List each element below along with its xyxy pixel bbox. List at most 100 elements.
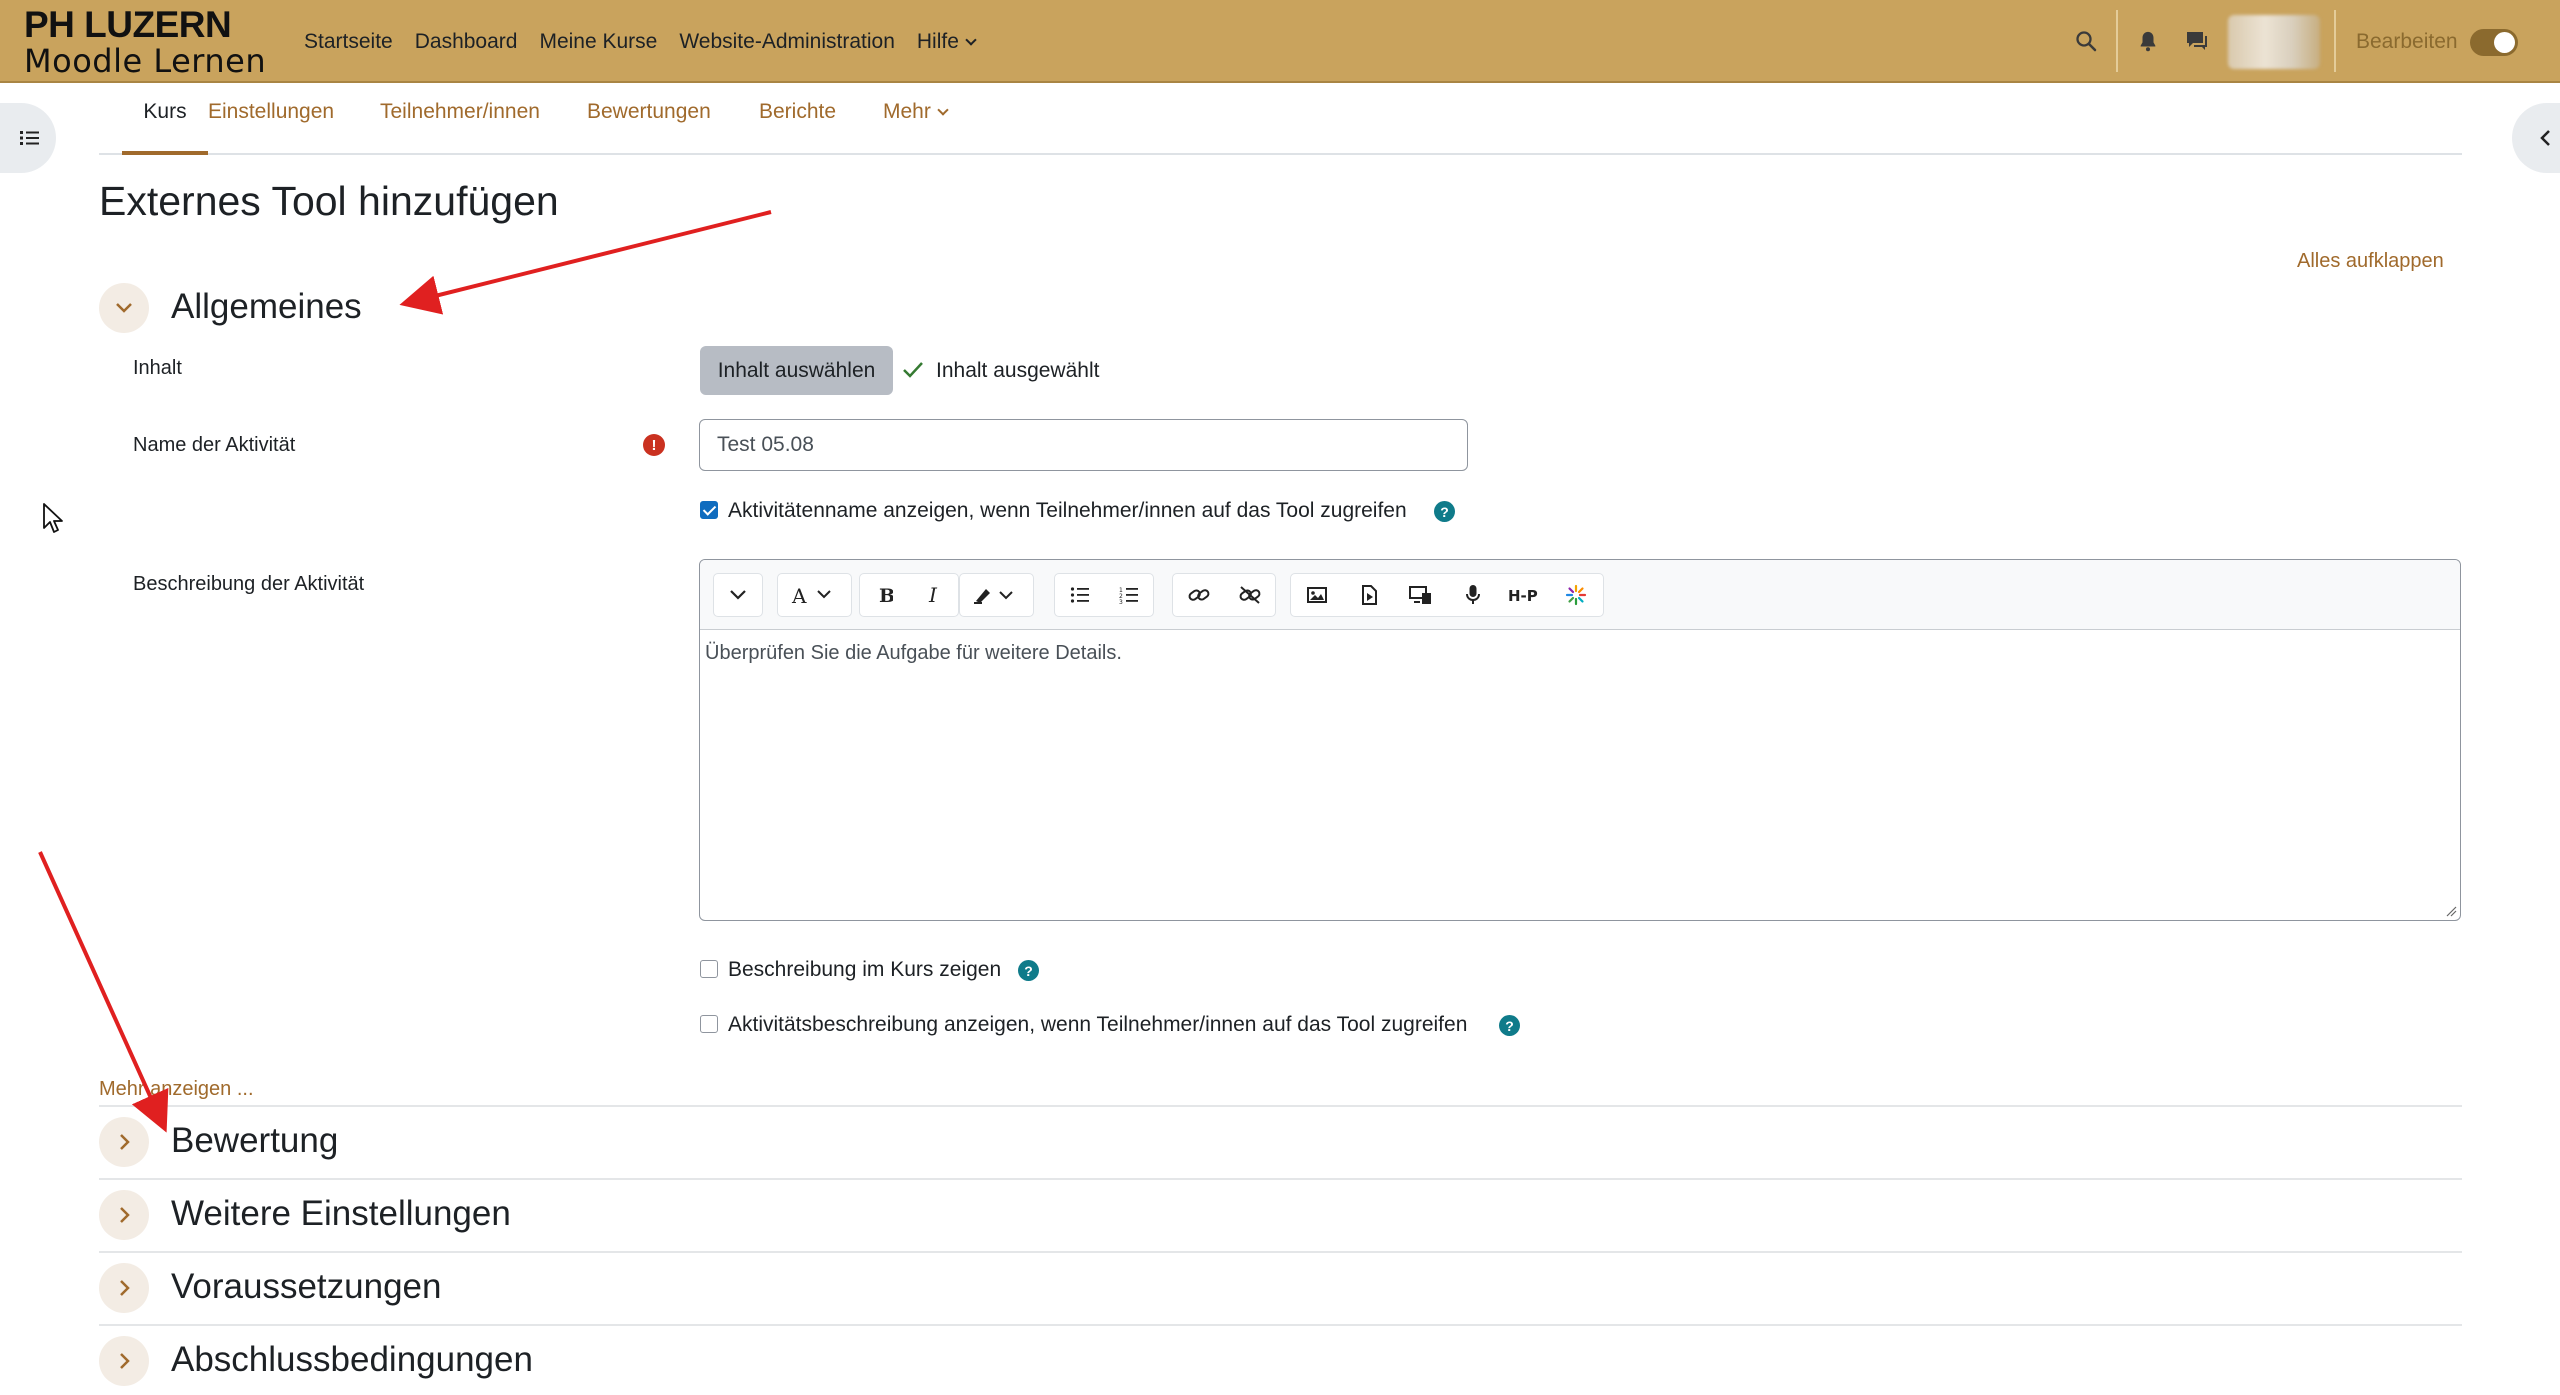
chevron-right-icon [120, 1280, 130, 1296]
primary-navigation: Startseite Dashboard Meine Kurse Website… [304, 0, 977, 83]
toolbar-group-style: B I [859, 573, 959, 617]
bold-icon[interactable]: B [860, 574, 910, 615]
section-title-bewertung[interactable]: Bewertung [171, 1121, 338, 1161]
section-expand-abschlussbedingungen[interactable] [99, 1336, 149, 1386]
section-expand-voraussetzungen[interactable] [99, 1263, 149, 1313]
tab-bewertungen[interactable]: Bewertungen [587, 100, 711, 155]
tab-einstellungen[interactable]: Einstellungen [208, 100, 334, 155]
unlink-icon[interactable] [1225, 574, 1275, 615]
toolbar-group-format: A [777, 573, 852, 617]
section-title-abschlussbedingungen[interactable]: Abschlussbedingungen [171, 1340, 533, 1380]
svg-text:I: I [928, 585, 938, 605]
svg-text:B: B [879, 585, 893, 605]
course-index-drawer-toggle[interactable] [0, 103, 56, 173]
highlight-icon[interactable] [960, 574, 1033, 615]
activity-name-label: Name der Aktivität [133, 434, 296, 456]
toolbar-group-lists: 123 [1054, 573, 1154, 617]
nav-item-meine-kurse[interactable]: Meine Kurse [539, 30, 657, 54]
chevron-left-icon [2540, 130, 2550, 146]
annotation-arrow-allgemeines [399, 210, 772, 315]
help-icon[interactable]: ? [1499, 1015, 1520, 1036]
media-icon[interactable] [1343, 574, 1395, 615]
toolbar-group-links [1172, 573, 1276, 617]
expand-all-link[interactable]: Alles aufklappen [2297, 250, 2444, 273]
top-navbar: PH LUZERN Moodle Lernen Startseite Dashb… [0, 0, 2560, 83]
show-in-course-checkbox[interactable] [700, 960, 718, 978]
select-content-button[interactable]: Inhalt auswählen [700, 346, 893, 395]
required-icon: ! [643, 434, 665, 456]
numbered-list-icon[interactable]: 123 [1105, 574, 1153, 615]
section-title-allgemeines: Allgemeines [171, 287, 362, 326]
tab-berichte[interactable]: Berichte [759, 100, 836, 155]
search-icon[interactable] [2072, 27, 2100, 55]
navbar-divider [2334, 10, 2336, 72]
resize-handle-icon[interactable] [2445, 905, 2457, 917]
description-editor: A B I 123 [699, 559, 2461, 921]
messages-icon[interactable] [2183, 27, 2211, 55]
edit-mode-label: Bearbeiten [2356, 30, 2458, 53]
show-name-label: Aktivitätenname anzeigen, wenn Teilnehme… [728, 499, 1407, 522]
tab-teilnehmer[interactable]: Teilnehmer/innen [380, 100, 540, 155]
chevron-right-icon [120, 1353, 130, 1369]
toolbar-group-toggle [713, 573, 763, 617]
logo-line-1: PH LUZERN [24, 4, 232, 45]
image-icon[interactable] [1291, 574, 1343, 615]
h5p-icon[interactable]: H-P [1499, 574, 1551, 615]
list-icon [20, 131, 39, 145]
font-color-icon[interactable]: A [778, 574, 851, 615]
chevron-down-icon [937, 104, 949, 116]
bullet-list-icon[interactable] [1055, 574, 1105, 615]
navbar-divider [2116, 10, 2118, 72]
mouse-cursor-icon [43, 503, 63, 533]
chevron-down-icon[interactable] [714, 574, 762, 615]
tab-kurs[interactable]: Kurs [122, 100, 208, 155]
chevron-right-icon [120, 1134, 130, 1150]
nav-hilfe-label: Hilfe [916, 29, 959, 53]
ai-assist-icon[interactable] [1551, 574, 1601, 615]
chevron-down-icon [965, 33, 977, 46]
toolbar-group-media: H-P [1290, 573, 1604, 617]
activity-name-value: Test 05.08 [717, 433, 814, 456]
editor-content-area[interactable]: Überprüfen Sie die Aufgabe für weitere D… [705, 642, 1122, 665]
link-icon[interactable] [1173, 574, 1225, 615]
section-divider [99, 1251, 2462, 1253]
check-icon [903, 362, 923, 378]
help-icon[interactable]: ? [1434, 501, 1455, 522]
user-avatar[interactable] [2228, 15, 2320, 69]
logo-line-2: Moodle Lernen [24, 42, 267, 80]
section-title-voraussetzungen[interactable]: Voraussetzungen [171, 1267, 441, 1307]
section-expand-bewertung[interactable] [99, 1117, 149, 1167]
block-drawer-toggle[interactable] [2512, 103, 2560, 173]
help-icon[interactable]: ? [1018, 960, 1039, 981]
tab-mehr-label: Mehr [883, 100, 931, 123]
chevron-right-icon [120, 1207, 130, 1223]
italic-icon[interactable]: I [910, 574, 958, 615]
nav-item-website-administration[interactable]: Website-Administration [679, 30, 895, 54]
section-divider [99, 1178, 2462, 1180]
svg-text:3: 3 [1119, 599, 1123, 604]
edit-mode-toggle[interactable] [2470, 29, 2518, 56]
tab-mehr[interactable]: Mehr [883, 100, 949, 155]
nav-item-dashboard[interactable]: Dashboard [415, 30, 518, 54]
section-divider [99, 1324, 2462, 1326]
site-logo[interactable]: PH LUZERN Moodle Lernen [24, 6, 266, 77]
content-label: Inhalt [133, 357, 182, 379]
section-collapse-allgemeines[interactable] [99, 283, 149, 333]
nav-item-startseite[interactable]: Startseite [304, 30, 393, 54]
toolbar-group-highlight [959, 573, 1034, 617]
svg-text:H-P: H-P [1508, 587, 1538, 605]
notifications-bell-icon[interactable] [2134, 27, 2162, 55]
show-in-course-label: Beschreibung im Kurs zeigen [728, 958, 1002, 981]
embed-icon[interactable] [1395, 574, 1447, 615]
section-expand-weitere-einstellungen[interactable] [99, 1190, 149, 1240]
section-title-weitere-einstellungen[interactable]: Weitere Einstellungen [171, 1194, 511, 1234]
show-name-checkbox[interactable] [700, 501, 718, 519]
content-selected-status: Inhalt ausgewählt [936, 359, 1100, 382]
activity-name-input[interactable]: Test 05.08 [699, 419, 1468, 471]
show-description-label: Aktivitätsbeschreibung anzeigen, wenn Te… [728, 1013, 1468, 1036]
record-audio-icon[interactable] [1447, 574, 1499, 615]
editor-toolbar: A B I 123 [700, 560, 2460, 630]
show-description-checkbox[interactable] [700, 1015, 718, 1033]
show-more-link[interactable]: Mehr anzeigen ... [99, 1078, 254, 1101]
nav-item-hilfe[interactable]: Hilfe [916, 29, 977, 54]
